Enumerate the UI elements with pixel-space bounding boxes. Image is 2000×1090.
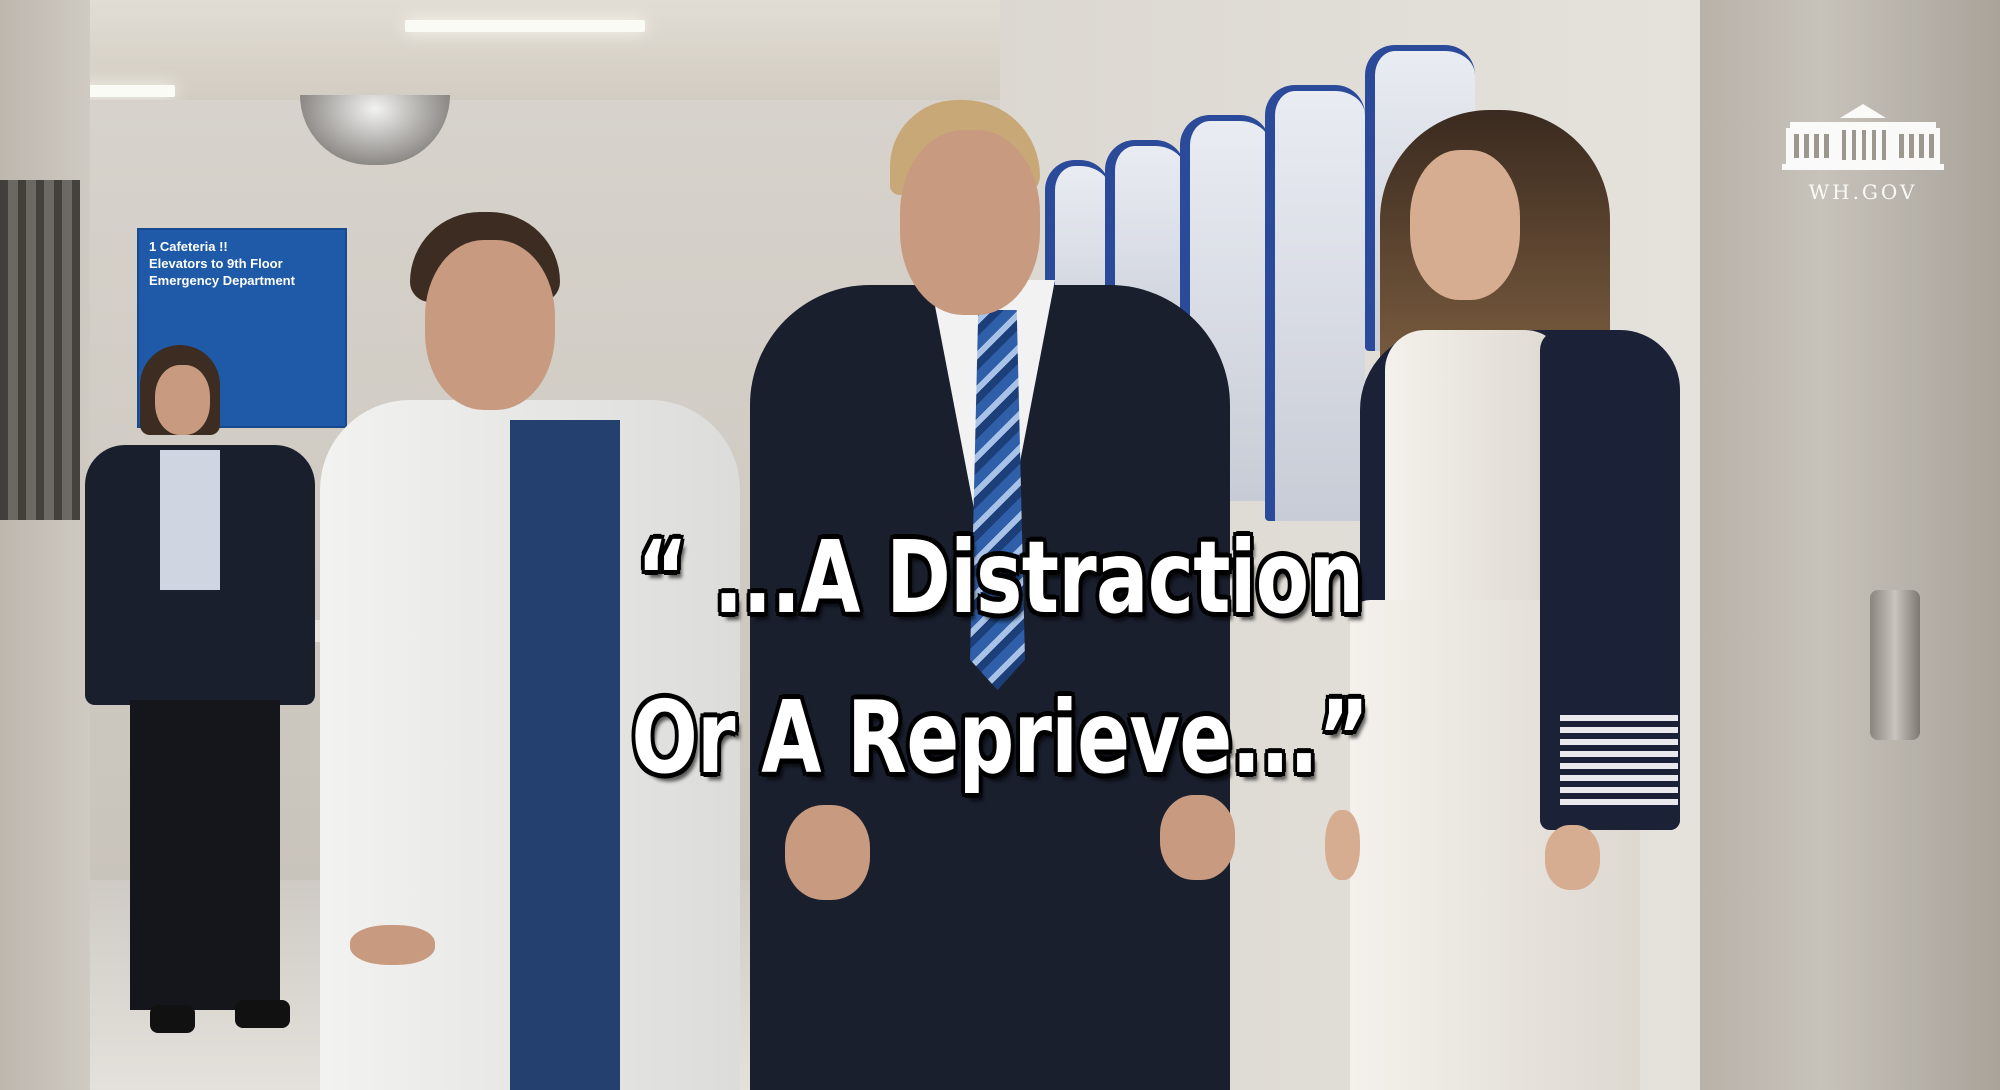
doctor-hand: [350, 925, 435, 965]
doctor-face: [425, 240, 555, 410]
man-face: [900, 130, 1040, 315]
man-hand: [1160, 795, 1235, 880]
background-person-face: [155, 365, 210, 435]
door-handle: [1870, 590, 1920, 740]
watermark-text: WH.GOV: [1808, 180, 1918, 204]
woman-hand: [1325, 810, 1360, 880]
donor-plaque: [1265, 85, 1365, 521]
photo-scene: 1 Cafeteria !! Elevators to 9th Floor Em…: [0, 0, 2000, 1090]
wall-frames: [0, 180, 80, 520]
shoe: [235, 1000, 290, 1028]
sign-line: 1 Cafeteria !!: [149, 239, 228, 254]
background-person-shirt: [160, 450, 220, 590]
caption-line-2: Or A Reprieve...”: [631, 679, 1369, 796]
woman-hand: [1545, 825, 1600, 890]
man-hand: [785, 805, 870, 900]
caption-line-1: “ ...A Distraction: [636, 519, 1364, 636]
ceiling-light: [405, 20, 645, 32]
shoe: [150, 1005, 195, 1033]
white-house-icon: [1782, 104, 1944, 170]
left-wall: [0, 0, 90, 1090]
sign-line: Elevators to 9th Floor: [149, 256, 283, 271]
woman-face: [1410, 150, 1520, 300]
sign-line: Emergency Department: [149, 273, 295, 288]
